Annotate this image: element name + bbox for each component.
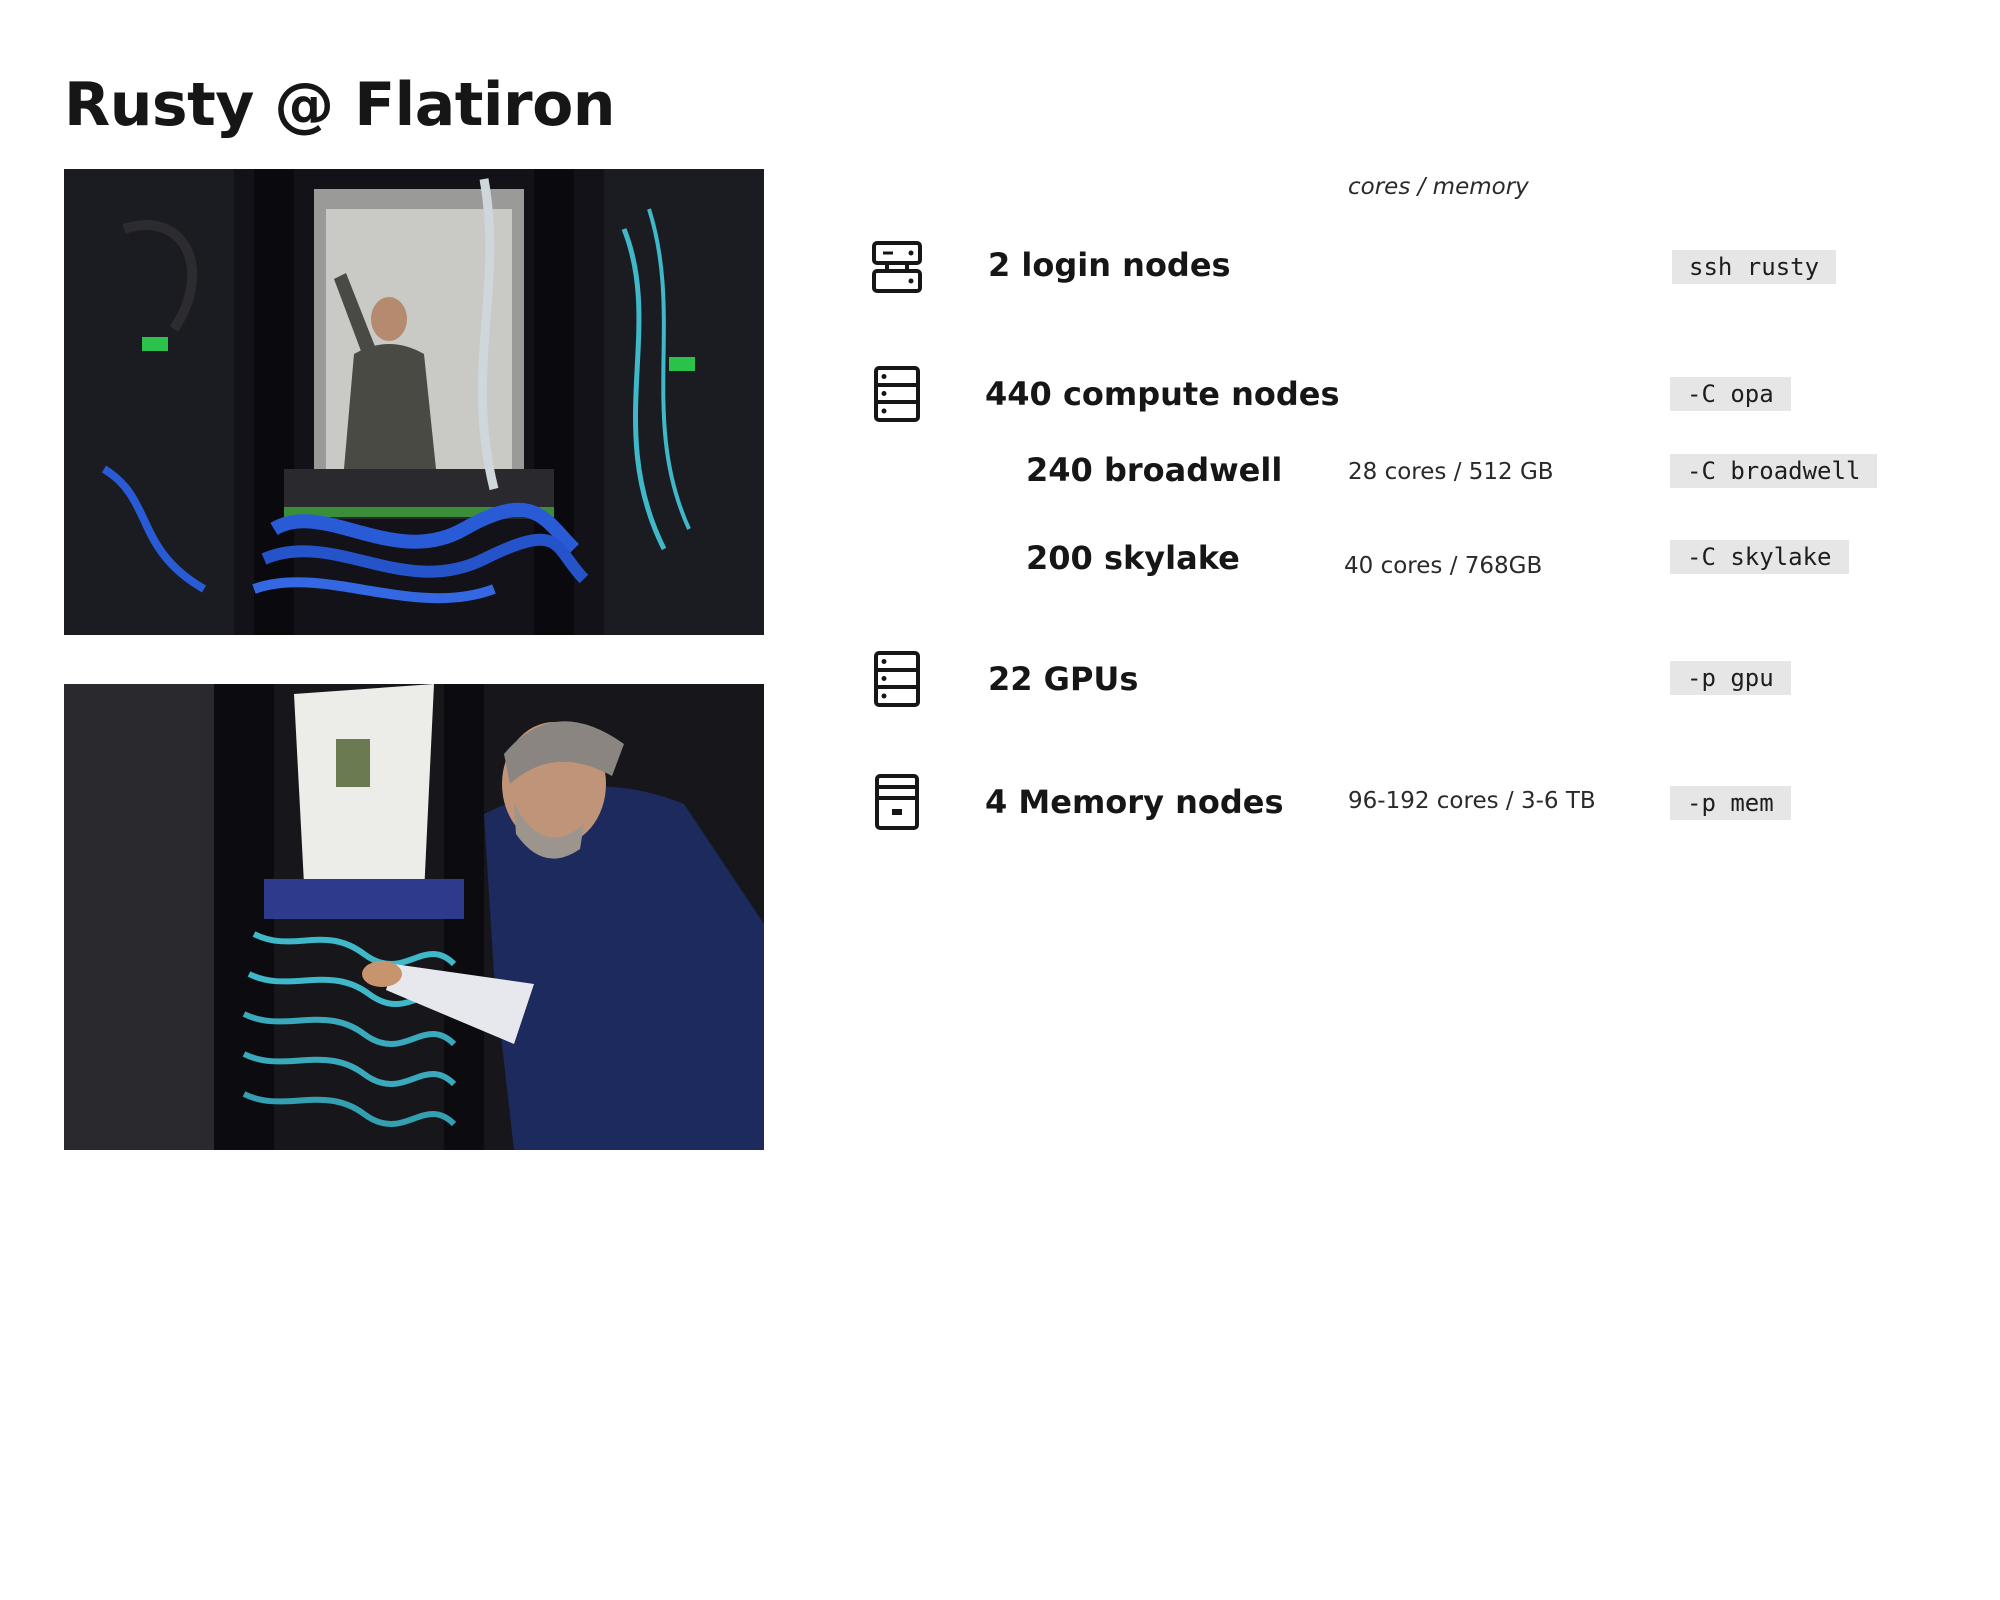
memory-nodes-label: 4 Memory nodes — [985, 783, 1284, 821]
skylake-spec: 40 cores / 768GB — [1344, 553, 1543, 579]
gpu-server-icon — [871, 650, 923, 708]
page-title: Rusty @ Flatiron — [64, 70, 616, 140]
login-command-flag: ssh rusty — [1672, 250, 1837, 284]
broadwell-spec: 28 cores / 512 GB — [1348, 459, 1554, 485]
server-rack-photo-top — [64, 169, 764, 635]
skylake-constraint-flag: -C skylake — [1670, 540, 1849, 574]
broadwell-constraint-flag: -C broadwell — [1670, 454, 1878, 488]
login-nodes-label: 2 login nodes — [988, 246, 1231, 284]
server-rack-icon — [871, 365, 923, 423]
storage-server-icon — [871, 773, 923, 831]
server-rack-photo-bottom — [64, 684, 764, 1150]
slide: Rusty @ Flatiron cores / memory 2 login … — [0, 0, 2000, 1600]
compute-nodes-label: 440 compute nodes — [985, 375, 1340, 413]
gpu-partition-flag: -p gpu — [1670, 661, 1791, 695]
cores-memory-column-header: cores / memory — [1348, 174, 1529, 200]
login-server-icon — [871, 238, 923, 296]
memory-partition-flag: -p mem — [1670, 786, 1791, 820]
gpus-label: 22 GPUs — [988, 660, 1139, 698]
broadwell-label: 240 broadwell — [1026, 451, 1283, 489]
compute-constraint-flag: -C opa — [1670, 377, 1791, 411]
skylake-label: 200 skylake — [1026, 539, 1240, 577]
memory-nodes-spec: 96-192 cores / 3-6 TB — [1348, 788, 1596, 814]
